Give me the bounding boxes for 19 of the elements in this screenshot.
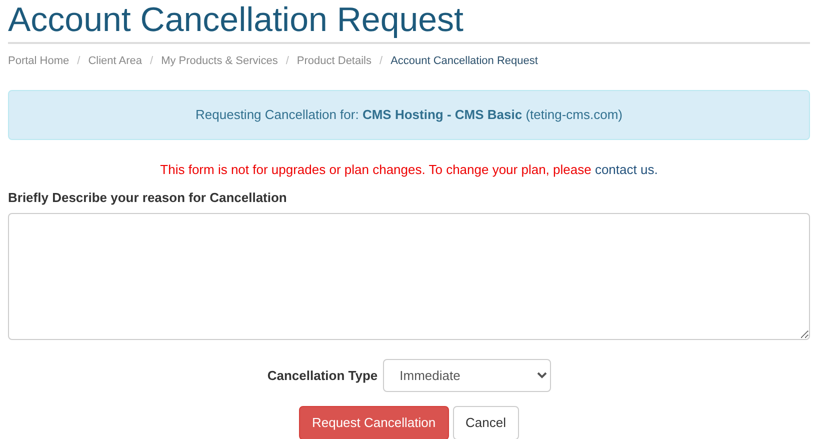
- breadcrumb-link[interactable]: Product Details: [296, 53, 372, 70]
- field-label: Briefly Describe your reason for Cancellation: [8, 189, 288, 207]
- breadcrumb-link[interactable]: Client Area: [88, 53, 142, 70]
- breadcrumb-link[interactable]: My Products & Services: [161, 53, 278, 70]
- contact-link[interactable]: contact us.: [594, 162, 658, 176]
- cancellation-type-select[interactable]: Immediate: [382, 359, 551, 392]
- request-cancellation-button[interactable]: Request Cancellation: [298, 406, 449, 439]
- reason-text-area[interactable]: [8, 212, 810, 340]
- breadcrumb-separator: /: [284, 54, 290, 69]
- page-title: Account Cancellation Request: [8, 0, 464, 40]
- breadcrumb-separator: /: [149, 54, 154, 69]
- field-label: Cancellation Type: [267, 366, 378, 385]
- breadcrumb-separator: /: [378, 54, 384, 69]
- breadcrumb-current: Account Cancellation Request: [390, 54, 538, 69]
- notice-text: This form is not for upgrades or plan changes. To change your plan, please contact us.: [159, 160, 659, 179]
- breadcrumb-separator: /: [76, 54, 82, 69]
- cancel-button[interactable]: Cancel: [452, 406, 520, 439]
- alert-text: Requesting Cancellation for: CMS Hosting - CMS Basic (teting-cms.com): [196, 106, 622, 124]
- breadcrumb-link[interactable]: Portal Home: [8, 53, 70, 70]
